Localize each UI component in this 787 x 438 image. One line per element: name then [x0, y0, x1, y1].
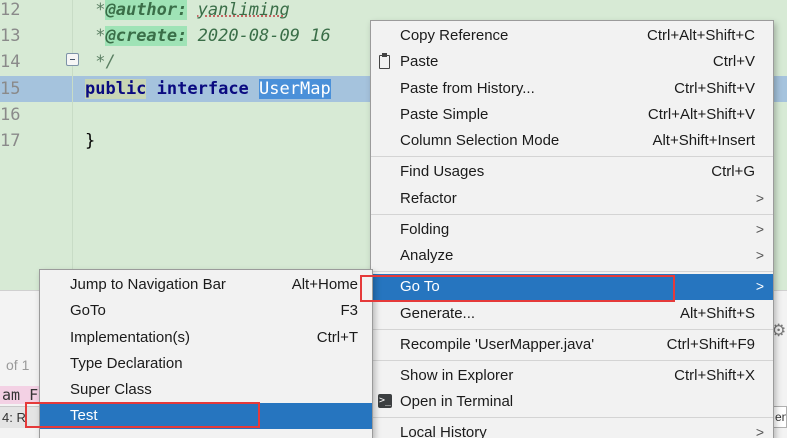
menu-item-recompile[interactable]: Recompile 'UserMapper.java' Ctrl+Shift+F… [371, 332, 773, 358]
keyword-public: public [85, 79, 147, 99]
fold-guide [72, 0, 73, 290]
menu-item-label: Open in Terminal [400, 393, 514, 410]
menu-item-shortcut: Ctrl+Shift+F9 [666, 336, 755, 353]
line-number: 12 [0, 0, 21, 20]
menu-item-label: Refactor [400, 190, 457, 207]
javadoc-tag: @author: [105, 0, 188, 20]
submenu-arrow-icon: > [755, 247, 764, 263]
interface-name: UserMap [259, 79, 331, 99]
menu-separator [371, 214, 773, 215]
menu-item-label: Paste [400, 53, 439, 70]
menu-item-copy-reference[interactable]: Copy Reference Ctrl+Alt+Shift+C [371, 23, 773, 49]
submenu-item-type-declaration[interactable]: Type Declaration [40, 351, 372, 377]
menu-item-label: GoTo [70, 302, 106, 319]
menu-item-refactor[interactable]: Refactor > [371, 186, 773, 212]
javadoc-value: yanliming [197, 0, 290, 20]
menu-separator [371, 156, 773, 157]
menu-item-shortcut: F3 [340, 302, 358, 319]
menu-item-shortcut: Alt+Shift+Insert [652, 132, 755, 149]
submenu-arrow-icon: > [755, 424, 764, 438]
menu-separator [371, 417, 773, 418]
menu-item-shortcut: Ctrl+Alt+Shift+C [647, 27, 755, 44]
menu-item-go-to[interactable]: Go To > [371, 274, 773, 300]
line-number: 16 [0, 105, 21, 125]
menu-item-find-usages[interactable]: Find Usages Ctrl+G [371, 159, 773, 185]
submenu-item-super-class[interactable]: Super Class [40, 377, 372, 403]
code-line-14: */ [85, 52, 116, 72]
submenu-item-goto[interactable]: GoTo F3 [40, 298, 372, 324]
menu-item-shortcut: Ctrl+Shift+V [674, 80, 755, 97]
menu-item-label: Find Usages [400, 163, 485, 180]
menu-item-label: Recompile 'UserMapper.java' [400, 336, 595, 353]
code-line-13: *@create: 2020-08-09 16 [85, 26, 331, 46]
code-line-12: *@author: yanliming [85, 0, 290, 20]
right-edge-tab[interactable]: ent [773, 406, 787, 428]
menu-item-shortcut: Ctrl+V [712, 53, 755, 70]
submenu-arrow-icon: > [755, 278, 764, 294]
result-counter: of 1 [6, 357, 30, 373]
menu-item-label: Copy Reference [400, 27, 509, 44]
menu-item-label: Folding [400, 221, 450, 238]
menu-item-label: Column Selection Mode [400, 132, 560, 149]
menu-item-shortcut: Ctrl+Alt+Shift+V [647, 106, 755, 123]
comment-prefix: * [85, 26, 106, 46]
menu-item-shortcut: Alt+Home [291, 276, 358, 293]
code-line-15: public interface UserMap [85, 79, 331, 99]
javadoc-value: 2020-08-09 16 [197, 26, 331, 46]
menu-item-analyze[interactable]: Analyze > [371, 243, 773, 269]
menu-separator [371, 329, 773, 330]
comment-prefix: * [85, 0, 106, 20]
submenu-item-jump-to-navigation-bar[interactable]: Jump to Navigation Bar Alt+Home [40, 272, 372, 298]
menu-item-folding[interactable]: Folding > [371, 217, 773, 243]
menu-item-local-history[interactable]: Local History > [371, 420, 773, 438]
fold-toggle-icon[interactable] [66, 53, 79, 66]
submenu-arrow-icon: > [755, 221, 764, 237]
menu-item-label: Test [70, 407, 98, 424]
menu-item-label: Generate... [400, 305, 476, 322]
menu-item-show-in-explorer[interactable]: Show in Explorer Ctrl+Shift+X [371, 363, 773, 389]
menu-separator [371, 271, 773, 272]
menu-item-label: Paste from History... [400, 80, 535, 97]
line-number: 13 [0, 26, 21, 46]
goto-submenu: Jump to Navigation Bar Alt+Home GoTo F3 … [39, 269, 373, 438]
menu-item-open-in-terminal[interactable]: >_ Open in Terminal [371, 389, 773, 415]
submenu-item-implementations[interactable]: Implementation(s) Ctrl+T [40, 325, 372, 351]
submenu-arrow-icon: > [755, 190, 764, 206]
line-number: 15 [0, 79, 21, 99]
line-number: 14 [0, 52, 21, 72]
menu-item-shortcut: Alt+Shift+S [679, 305, 755, 322]
terminal-icon: >_ [378, 394, 392, 408]
line-number: 17 [0, 131, 21, 151]
menu-item-label: Show in Explorer [400, 367, 514, 384]
menu-item-label: Paste Simple [400, 106, 489, 123]
submenu-item-test[interactable]: Test [40, 403, 372, 429]
clipboard-icon [379, 53, 390, 69]
javadoc-tag: @create: [105, 26, 188, 46]
menu-item-paste[interactable]: Paste Ctrl+V [371, 49, 773, 75]
keyword-interface: interface [156, 79, 249, 99]
menu-item-column-selection-mode[interactable]: Column Selection Mode Alt+Shift+Insert [371, 128, 773, 154]
menu-item-label: Local History [400, 424, 487, 438]
menu-item-label: Analyze [400, 247, 454, 264]
menu-separator [371, 360, 773, 361]
menu-item-paste-from-history[interactable]: Paste from History... Ctrl+Shift+V [371, 76, 773, 102]
code-line-17: } [85, 131, 96, 151]
menu-item-shortcut: Ctrl+T [316, 329, 358, 346]
editor-context-menu: Copy Reference Ctrl+Alt+Shift+C Paste Ct… [370, 20, 774, 438]
menu-item-label: Super Class [70, 381, 152, 398]
menu-item-paste-simple[interactable]: Paste Simple Ctrl+Alt+Shift+V [371, 102, 773, 128]
menu-item-label: Type Declaration [70, 355, 183, 372]
menu-item-label: Go To [400, 278, 440, 295]
menu-item-shortcut: Ctrl+Shift+X [674, 367, 755, 384]
menu-item-generate[interactable]: Generate... Alt+Shift+S [371, 301, 773, 327]
menu-item-label: Implementation(s) [70, 329, 191, 346]
menu-item-label: Jump to Navigation Bar [70, 276, 226, 293]
menu-item-shortcut: Ctrl+G [711, 163, 755, 180]
